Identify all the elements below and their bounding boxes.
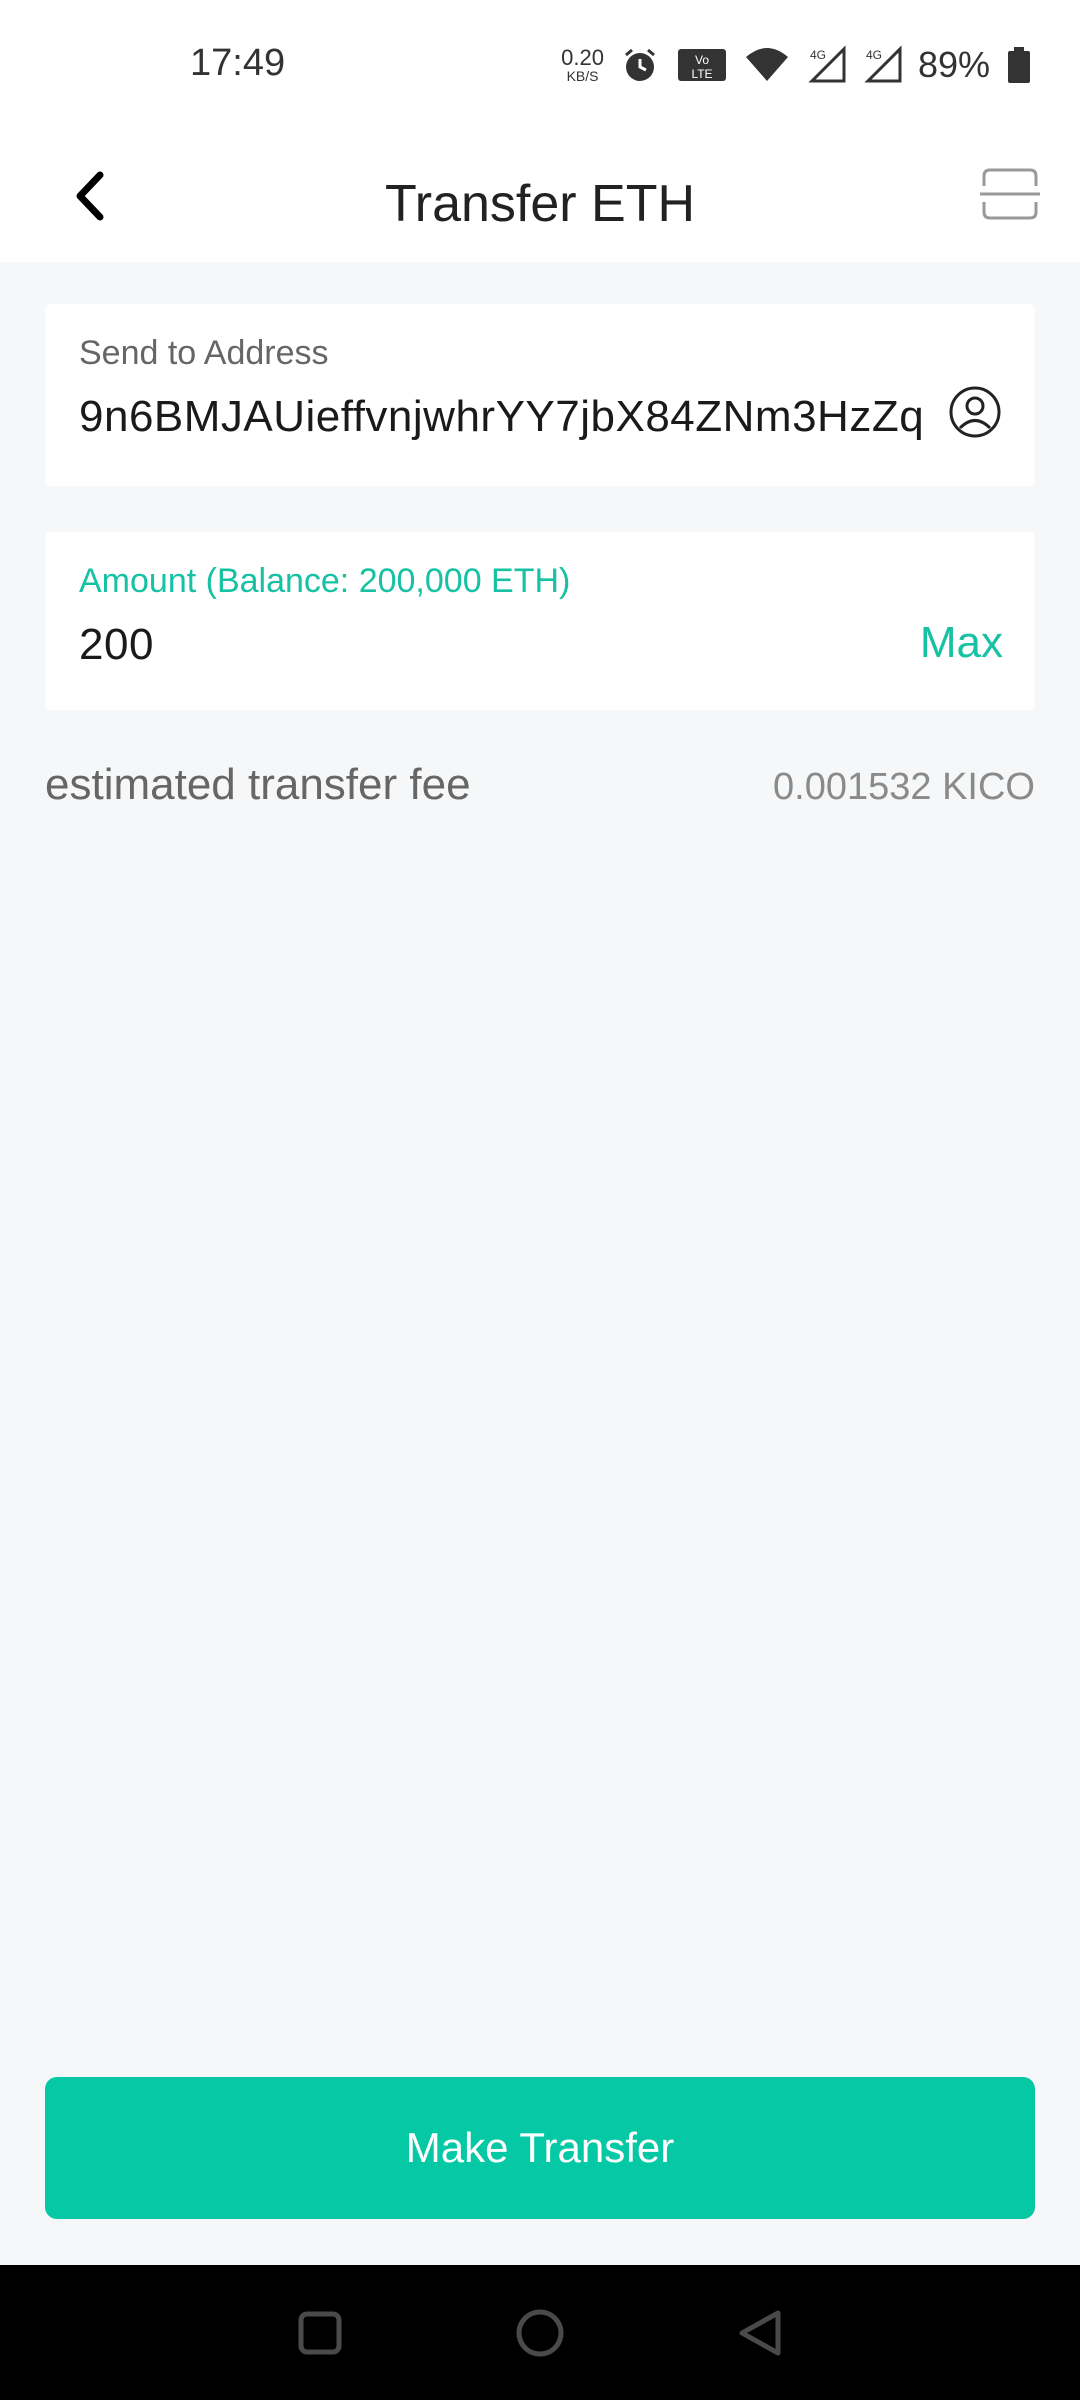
amount-card: Amount (Balance: 200,000 ETH) 200 Max <box>45 532 1035 710</box>
amount-label: Amount (Balance: 200,000 ETH) <box>79 562 571 600</box>
network-speed-value: 0.20 <box>561 45 604 70</box>
battery-icon <box>1008 47 1030 83</box>
status-bar: 17:49 0.20 KB/S Vo LTE 4G 4G 89% <box>0 0 1080 130</box>
fee-label: estimated transfer fee <box>45 760 471 809</box>
battery-percent: 89% <box>917 44 990 85</box>
recents-button[interactable] <box>288 2301 352 2365</box>
back-icon <box>739 2310 781 2356</box>
amount-input[interactable]: 200 <box>79 620 154 670</box>
home-button[interactable] <box>508 2301 572 2365</box>
address-label: Send to Address <box>79 334 329 372</box>
back-nav-button[interactable] <box>728 2301 792 2365</box>
user-circle-icon <box>949 386 1001 438</box>
contacts-button[interactable] <box>945 382 1005 442</box>
svg-text:LTE: LTE <box>691 67 712 81</box>
address-card: Send to Address 9n6BMJAUieffvnjwhrYY7jbX… <box>45 304 1035 486</box>
page-title: Transfer ETH <box>384 175 696 233</box>
app-header: Transfer ETH <box>0 130 1080 262</box>
signal-4g-icon: 4G <box>864 45 902 83</box>
wifi-icon <box>745 48 788 81</box>
network-speed: 0.20 KB/S <box>561 45 604 84</box>
make-transfer-button[interactable]: Make Transfer <box>45 2077 1035 2219</box>
status-time: 17:49 <box>190 42 286 84</box>
alarm-icon <box>624 48 655 81</box>
max-button[interactable]: Max <box>920 618 1003 668</box>
scan-icon <box>980 168 1040 220</box>
scan-button[interactable] <box>970 154 1050 234</box>
fee-row: estimated transfer fee 0.001532 KICO <box>45 760 1035 820</box>
svg-text:4G: 4G <box>810 48 826 62</box>
fee-value: 0.001532 KICO <box>773 766 1035 808</box>
status-icons: 0.20 KB/S Vo LTE 4G 4G 89% <box>561 40 1032 90</box>
signal-4g-icon: 4G <box>808 45 846 83</box>
network-speed-unit: KB/S <box>566 68 599 84</box>
svg-text:Vo: Vo <box>695 53 709 67</box>
home-icon <box>516 2309 564 2357</box>
recents-icon <box>298 2311 342 2355</box>
svg-text:4G: 4G <box>866 48 882 62</box>
address-input[interactable]: 9n6BMJAUieffvnjwhrYY7jbX84ZNm3HzZq <box>79 392 924 442</box>
volte-icon: Vo LTE <box>677 49 726 81</box>
system-nav-bar <box>0 2265 1080 2400</box>
